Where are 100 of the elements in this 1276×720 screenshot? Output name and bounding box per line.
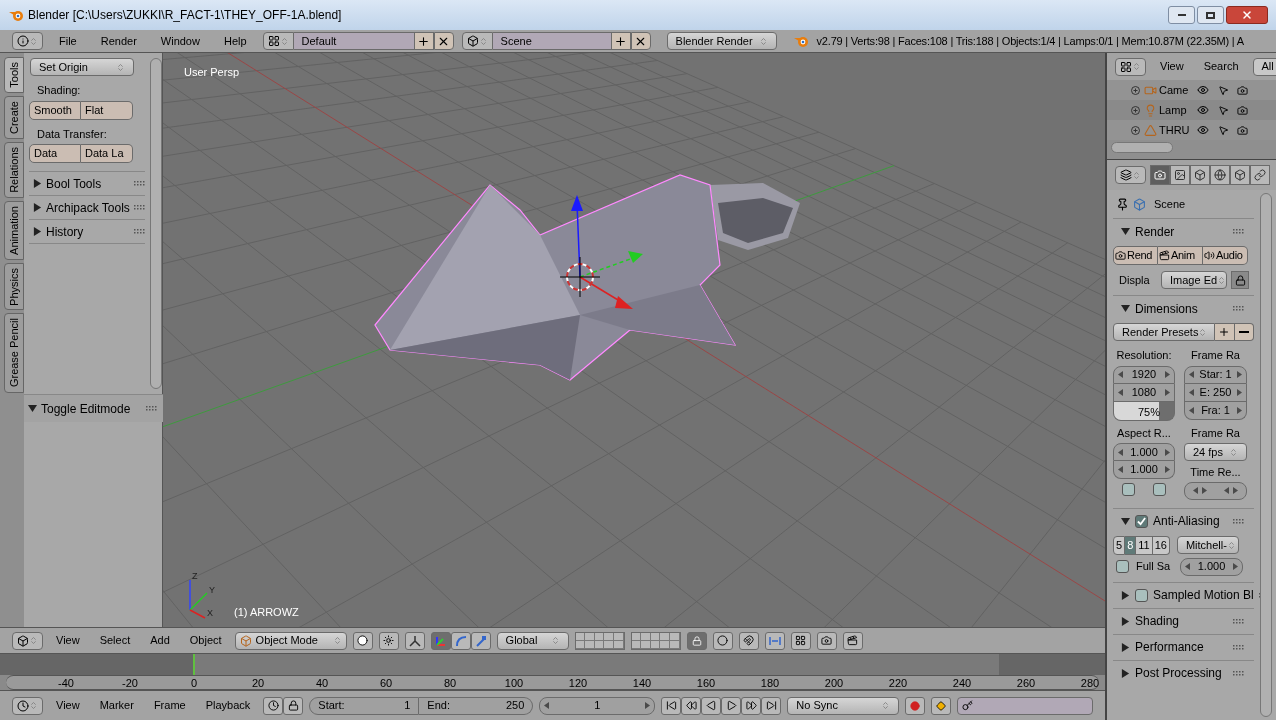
menu-item[interactable]: Object bbox=[182, 632, 229, 649]
right-triangle-icon[interactable] bbox=[33, 227, 42, 236]
right-triangle-icon[interactable] bbox=[1121, 590, 1130, 600]
sample-count-button[interactable]: 11 bbox=[1136, 535, 1153, 555]
properties-tab[interactable] bbox=[1230, 165, 1250, 185]
camera-icon[interactable] bbox=[1237, 124, 1248, 136]
scene-selector-button[interactable] bbox=[461, 32, 493, 50]
keying-set-field[interactable] bbox=[957, 696, 1093, 715]
frame-rate-dropdown[interactable]: 24 fps bbox=[1184, 443, 1247, 461]
properties-tab[interactable] bbox=[1170, 165, 1190, 185]
lock-button[interactable] bbox=[1231, 271, 1249, 289]
editor-type-button[interactable] bbox=[12, 631, 43, 650]
render-engine-dropdown[interactable]: Blender Render bbox=[666, 32, 777, 50]
aspect-field[interactable]: 1.000 bbox=[1113, 461, 1175, 479]
panel-tab[interactable]: Physics bbox=[4, 262, 24, 311]
outliner-item[interactable]: THRU bbox=[1159, 121, 1195, 139]
previous-keyframe-button[interactable] bbox=[681, 696, 702, 715]
delete-button[interactable] bbox=[433, 32, 454, 50]
sync-dropdown[interactable]: No Sync bbox=[787, 696, 900, 715]
layout-selector-button[interactable] bbox=[262, 32, 294, 50]
grid-button[interactable] bbox=[790, 631, 811, 650]
properties-tab[interactable] bbox=[1210, 165, 1230, 185]
properties-tab[interactable] bbox=[1190, 165, 1210, 185]
expand-icon[interactable] bbox=[1131, 125, 1140, 135]
cursor-icon[interactable] bbox=[1218, 124, 1229, 136]
down-triangle-icon[interactable] bbox=[1121, 227, 1130, 236]
right-triangle-icon[interactable] bbox=[33, 179, 42, 188]
mesh-object-drawing[interactable] bbox=[374, 174, 800, 381]
menu-item[interactable]: Search bbox=[1197, 58, 1245, 75]
scene-name-field[interactable]: Scene bbox=[492, 32, 611, 50]
jump-end-button[interactable] bbox=[761, 696, 782, 715]
keyframe-type-button[interactable] bbox=[931, 696, 952, 715]
play-reverse-button[interactable] bbox=[701, 696, 722, 715]
camera-icon[interactable] bbox=[1237, 104, 1248, 116]
panel-header[interactable]: Render bbox=[1135, 222, 1175, 241]
snap-element-dropdown[interactable] bbox=[764, 631, 785, 650]
shading-dropdown[interactable] bbox=[352, 631, 373, 650]
editor-type-button[interactable] bbox=[12, 696, 43, 715]
transform-gizmo-drawing[interactable] bbox=[559, 195, 643, 309]
lock-button[interactable] bbox=[283, 696, 304, 715]
panel-tab[interactable]: Tools bbox=[4, 57, 24, 93]
layer-lock-button[interactable] bbox=[686, 631, 707, 650]
properties-tab[interactable] bbox=[1150, 165, 1170, 185]
panel-tab[interactable]: Grease Pencil bbox=[4, 313, 24, 393]
down-triangle-icon[interactable] bbox=[1121, 516, 1130, 526]
render-image-button[interactable] bbox=[816, 631, 837, 650]
outliner-item[interactable]: Came bbox=[1159, 81, 1195, 99]
right-triangle-icon[interactable] bbox=[1121, 616, 1130, 626]
start-frame-field[interactable]: Start: 1 bbox=[309, 696, 420, 715]
panel-header[interactable]: History bbox=[46, 222, 84, 241]
menu-item[interactable]: Marker bbox=[92, 697, 141, 714]
menu-item[interactable]: Render bbox=[92, 32, 145, 50]
panel-tab[interactable]: Relations bbox=[4, 141, 24, 198]
menu-item[interactable]: Help bbox=[215, 32, 255, 50]
menu-item[interactable]: Playback bbox=[198, 697, 258, 714]
sample-count-button[interactable]: 5 bbox=[1113, 535, 1126, 555]
right-triangle-icon[interactable] bbox=[1121, 642, 1130, 652]
menu-item[interactable]: Select bbox=[92, 632, 138, 649]
shading-button[interactable]: Smooth bbox=[29, 100, 81, 120]
display-dropdown[interactable]: Image Ed bbox=[1161, 271, 1227, 289]
snap-magnet-button[interactable] bbox=[738, 631, 759, 650]
panel-tab[interactable]: Create bbox=[4, 95, 24, 139]
panel-header[interactable]: Bool Tools bbox=[46, 174, 102, 193]
cursor-icon[interactable] bbox=[1218, 84, 1229, 96]
expand-icon[interactable] bbox=[1131, 105, 1140, 115]
editor-type-button[interactable] bbox=[1115, 166, 1146, 184]
data-transfer-button[interactable]: Data bbox=[29, 144, 81, 163]
eye-icon[interactable] bbox=[1197, 84, 1209, 96]
sample-count-button[interactable]: 8 bbox=[1125, 535, 1137, 555]
render-action-button[interactable]: Anim bbox=[1158, 246, 1203, 265]
delete-button[interactable] bbox=[630, 32, 651, 50]
checkbox[interactable] bbox=[1135, 514, 1148, 528]
menu-item[interactable]: Frame bbox=[146, 697, 193, 714]
filter-dropdown[interactable]: All bbox=[1252, 57, 1276, 76]
cursor-icon[interactable] bbox=[1218, 104, 1229, 116]
checkbox[interactable] bbox=[1153, 483, 1166, 496]
pivot-dropdown[interactable] bbox=[378, 631, 399, 650]
editor-type-button[interactable] bbox=[12, 32, 43, 50]
properties-tab[interactable] bbox=[1250, 165, 1270, 185]
panel-tab[interactable]: Animation bbox=[4, 200, 24, 260]
pin-icon[interactable] bbox=[1116, 197, 1129, 211]
end-frame-field[interactable]: End: 250 bbox=[419, 696, 534, 715]
translate-gizmo-button[interactable] bbox=[430, 631, 451, 650]
camera-icon[interactable] bbox=[1237, 84, 1248, 96]
time-remap-field[interactable] bbox=[1184, 481, 1247, 500]
checkbox[interactable] bbox=[1135, 588, 1148, 602]
add-button[interactable] bbox=[413, 32, 434, 50]
eye-icon[interactable] bbox=[1197, 124, 1209, 136]
preview-range-button[interactable] bbox=[263, 696, 284, 715]
set-origin-dropdown[interactable]: Set Origin bbox=[30, 58, 134, 76]
filter-dropdown[interactable]: Mitchell- bbox=[1176, 536, 1239, 554]
layout-name-field[interactable]: Default bbox=[293, 32, 414, 50]
panel-header[interactable]: Performance bbox=[1135, 638, 1204, 656]
render-action-button[interactable]: Rend bbox=[1113, 246, 1158, 265]
panel-header[interactable]: Archipack Tools bbox=[46, 198, 130, 217]
panel-header[interactable]: Sampled Motion Bl bbox=[1153, 586, 1254, 604]
menu-item[interactable]: View bbox=[49, 632, 87, 649]
panel-header[interactable]: Shading bbox=[1135, 612, 1180, 630]
menu-item[interactable]: View bbox=[49, 697, 87, 714]
render-action-button[interactable]: Audio bbox=[1203, 246, 1248, 265]
